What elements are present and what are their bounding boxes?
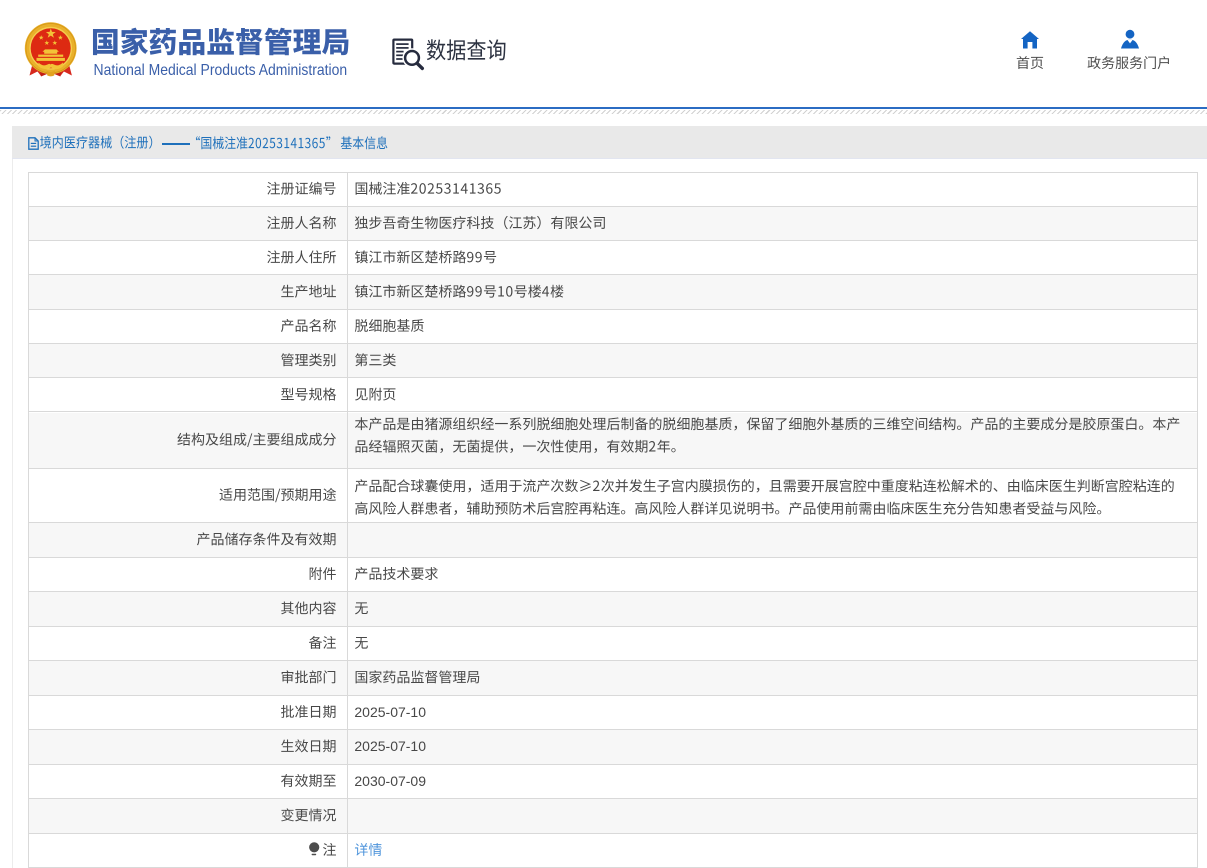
svg-text:National Medical Products Admi: National Medical Products Administration (94, 62, 348, 79)
